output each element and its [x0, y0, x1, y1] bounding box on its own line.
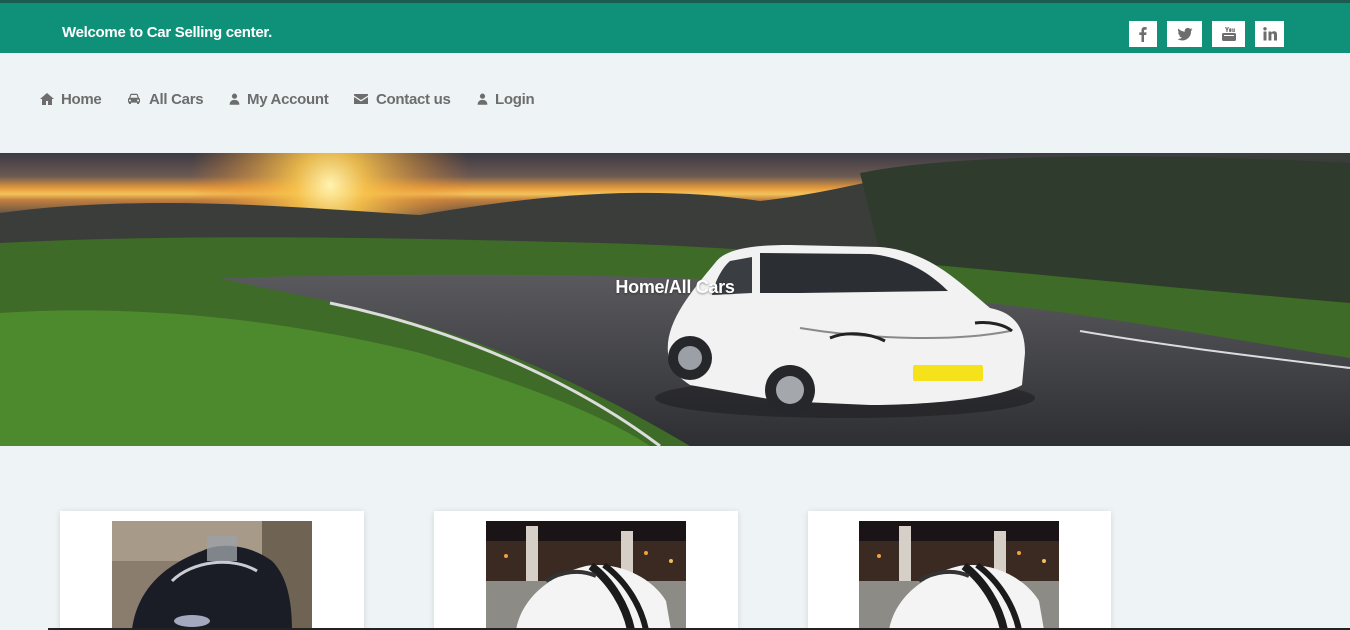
nav-my-account-label: My Account — [247, 90, 329, 108]
facebook-icon — [1139, 27, 1147, 42]
nav-home-label: Home — [61, 90, 102, 108]
linkedin-icon — [1262, 27, 1277, 41]
nav-contact-us-label: Contact us — [376, 90, 451, 108]
hero-image — [0, 153, 1350, 446]
facebook-link[interactable] — [1129, 21, 1157, 47]
nav-my-account[interactable]: My Account — [228, 89, 329, 109]
car-card-image — [859, 521, 1059, 630]
youtube-link[interactable] — [1212, 21, 1245, 47]
home-icon — [40, 93, 54, 105]
welcome-text: Welcome to Car Selling center. — [62, 24, 272, 41]
user-icon — [477, 93, 488, 105]
nav-home[interactable]: Home — [39, 89, 102, 109]
hero-banner: Home/All Cars — [0, 153, 1350, 446]
nav-all-cars-label: All Cars — [149, 90, 204, 108]
car-card-3[interactable] — [808, 511, 1111, 630]
linkedin-link[interactable] — [1255, 21, 1284, 47]
car-icon — [128, 93, 140, 104]
twitter-link[interactable] — [1167, 21, 1202, 47]
breadcrumb: Home/All Cars — [615, 277, 735, 297]
envelope-icon — [354, 94, 368, 104]
car-card-1[interactable] — [60, 511, 364, 630]
nav-login-label: Login — [495, 90, 535, 108]
twitter-icon — [1176, 27, 1192, 41]
nav-contact-us[interactable]: Contact us — [352, 89, 451, 109]
user-icon — [229, 93, 240, 105]
car-card-image — [112, 521, 312, 630]
nav-login[interactable]: Login — [476, 89, 535, 109]
main-nav: Home All Cars My Account Contact us Logi… — [0, 53, 1350, 153]
top-bar: Welcome to Car Selling center. — [0, 0, 1350, 53]
car-card-image — [486, 521, 686, 630]
nav-all-cars[interactable]: All Cars — [125, 89, 204, 109]
car-card-2[interactable] — [434, 511, 738, 630]
youtube-icon — [1221, 27, 1236, 41]
